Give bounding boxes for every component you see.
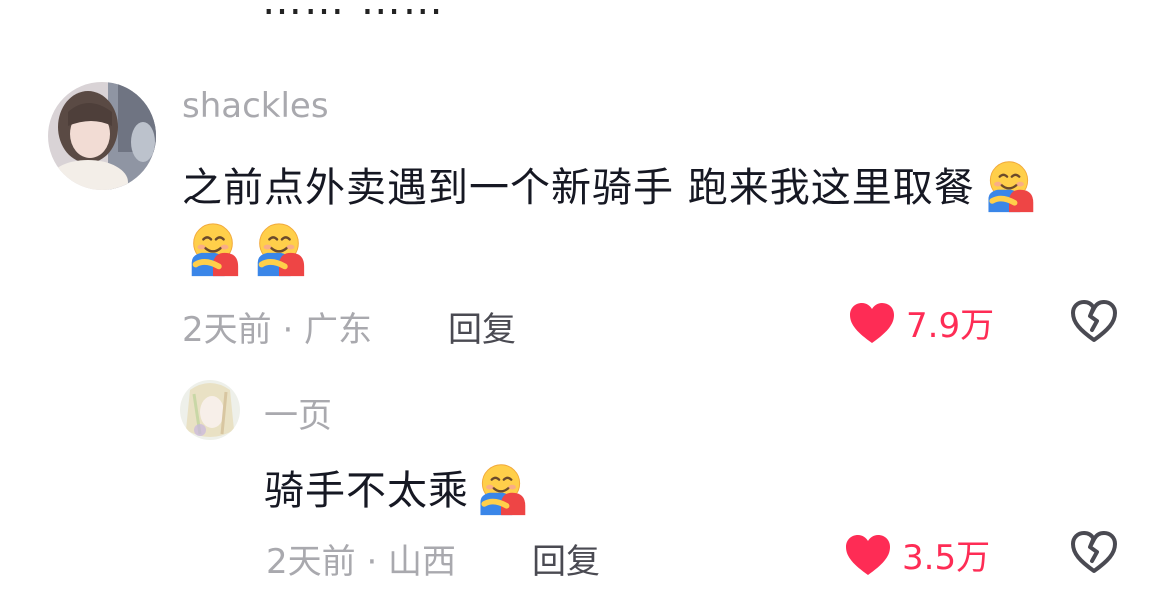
avatar[interactable]	[48, 82, 156, 190]
comment-text: 骑手不太乘	[264, 458, 529, 518]
comment-text-line: 骑手不太乘	[264, 468, 469, 514]
comment-text-emoji-row	[184, 220, 308, 278]
comment-meta: 2天前 · 广东	[182, 310, 373, 350]
previous-comment-text: …… ……	[262, 0, 445, 24]
like-button[interactable]: 7.9万	[848, 298, 994, 347]
dislike-button[interactable]	[1070, 530, 1118, 578]
heart-icon	[850, 302, 894, 343]
hugging-face-emoji	[473, 460, 529, 518]
reply-button[interactable]: 回复	[448, 302, 516, 351]
comment-text-line: 之前点外卖遇到一个新骑手 跑来我这里取餐	[182, 165, 975, 211]
heart-icon	[846, 534, 890, 575]
like-button[interactable]: 3.5万	[844, 530, 990, 579]
hugging-face-emoji	[184, 220, 242, 278]
username[interactable]: 一页	[264, 388, 332, 437]
hugging-face-emoji	[250, 220, 308, 278]
broken-heart-icon	[1071, 300, 1117, 342]
dislike-button[interactable]	[1070, 299, 1118, 347]
username[interactable]: shackles	[182, 86, 329, 126]
avatar[interactable]	[180, 380, 240, 440]
comment-meta: 2天前 · 山西	[266, 542, 457, 582]
comment-text: 之前点外卖遇到一个新骑手 跑来我这里取餐	[182, 155, 1037, 215]
reply-button[interactable]: 回复	[532, 534, 600, 583]
like-count: 3.5万	[902, 538, 991, 578]
hugging-face-emoji	[981, 157, 1037, 215]
broken-heart-icon	[1071, 531, 1117, 573]
like-count: 7.9万	[906, 306, 995, 346]
